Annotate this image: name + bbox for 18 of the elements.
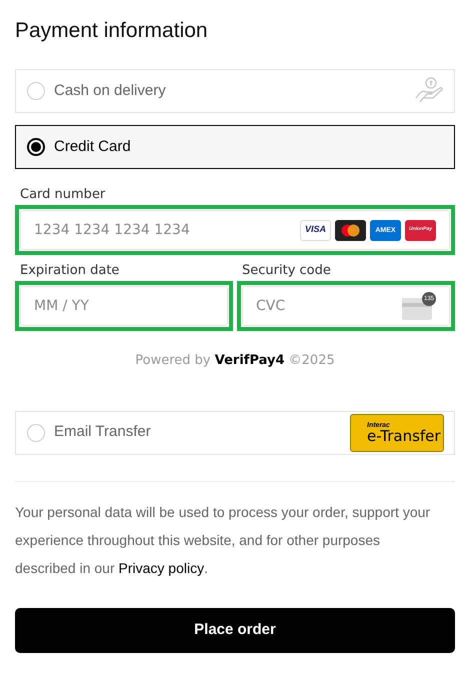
option-label: Cash on delivery — [54, 80, 167, 101]
input-field[interactable]: CVC — [243, 287, 398, 325]
option-label: Email Transfer — [54, 422, 152, 442]
powered-by-text: Powered by VerifPay4 ©2025 — [134, 352, 336, 370]
payment-option[interactable]: Cash on delivery — [15, 69, 455, 113]
payment-option[interactable]: Credit Card — [15, 125, 455, 169]
field-label: Security code — [241, 262, 332, 280]
mastercard-logo — [335, 220, 366, 240]
page-title: Payment information — [15, 18, 209, 44]
field-label: Card number — [19, 186, 106, 204]
input-field[interactable]: 1234 1234 1234 1234 — [21, 211, 296, 249]
visa-logo: VISA — [300, 220, 331, 240]
place-order-button[interactable]: Place order — [15, 608, 455, 652]
option-label: Credit Card — [54, 136, 132, 157]
privacy-notice: Your personal data will be used to process your order, support your experience throughout this website, and for other purposes described in our Privacy policy. — [15, 502, 432, 578]
privacy-policy-link[interactable]: Privacy policy — [118, 560, 204, 576]
field-label: Expiration date — [19, 262, 120, 280]
radio-button[interactable] — [27, 138, 45, 156]
